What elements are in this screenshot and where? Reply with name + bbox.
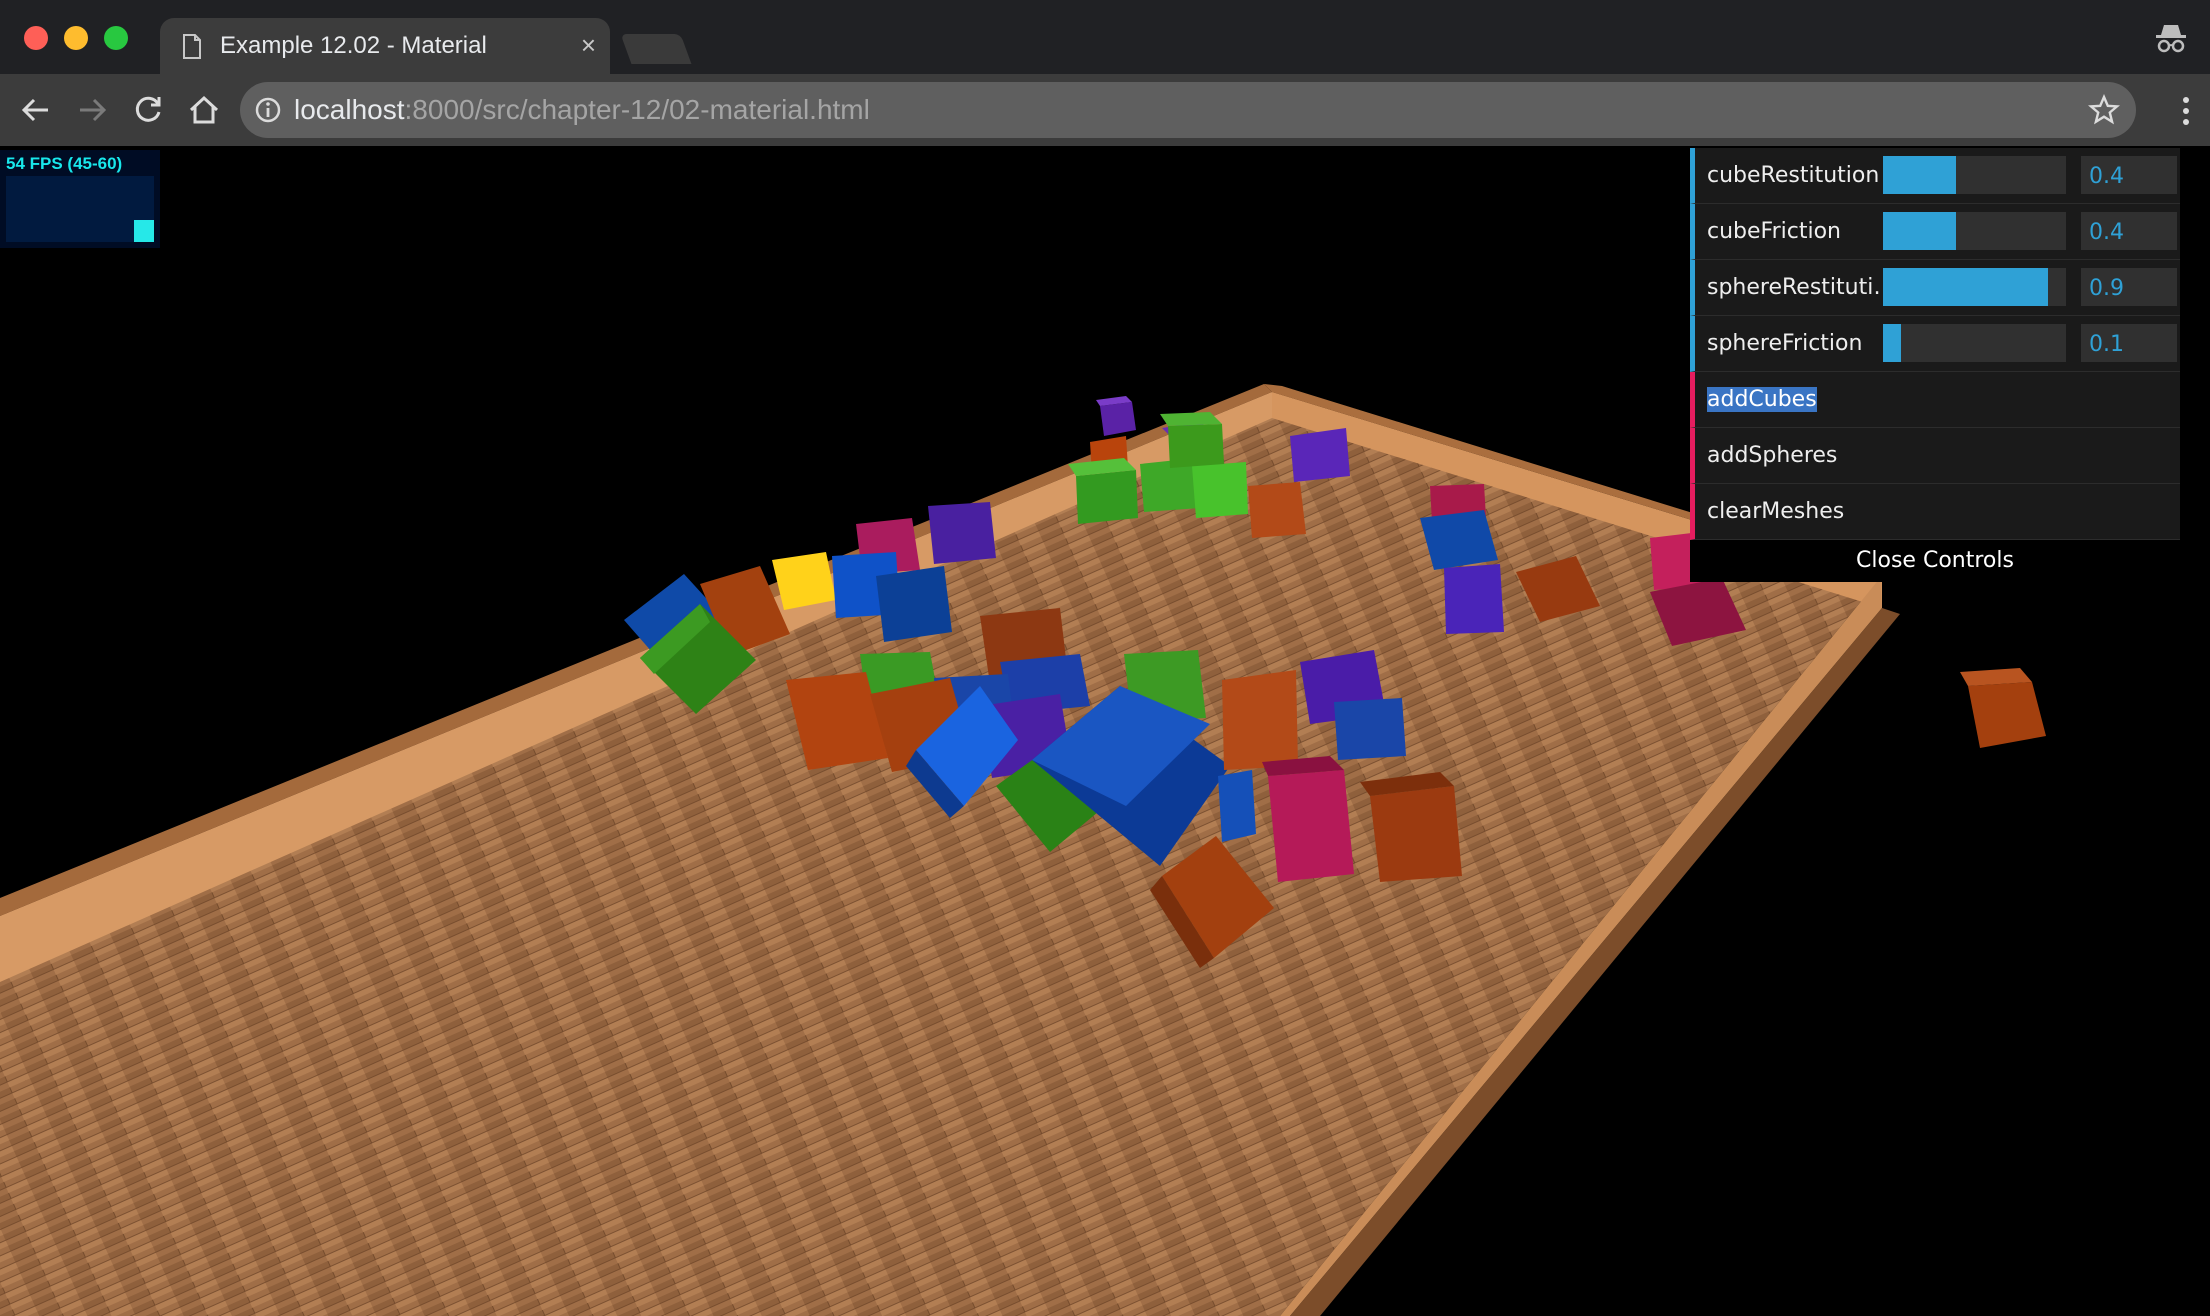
incognito-icon (2156, 25, 2186, 53)
add-spheres-button[interactable]: addSpheres (1690, 428, 2180, 484)
sphere-restitution-input[interactable]: 0.9 (2081, 268, 2177, 306)
slider-fill (1883, 212, 1957, 250)
control-label: sphereRestituti… (1707, 275, 1896, 300)
cube (1222, 670, 1298, 770)
cube (1096, 396, 1136, 436)
cube (928, 502, 996, 564)
control-label: sphereFriction (1707, 331, 1863, 356)
control-value: 0.4 (2089, 164, 2124, 189)
sphere-friction-control: sphereFriction 0.1 (1690, 316, 2180, 372)
document-icon (183, 34, 201, 59)
control-value: 0.4 (2089, 220, 2124, 245)
url-host: localhost (294, 94, 405, 125)
cube (1420, 510, 1498, 570)
cube-friction-slider[interactable] (1883, 212, 2066, 250)
cube-restitution-input[interactable]: 0.4 (2081, 156, 2177, 194)
cube-friction-input[interactable]: 0.4 (2081, 212, 2177, 250)
tab-title: Example 12.02 - Material (220, 32, 487, 59)
site-info-icon[interactable] (254, 96, 282, 124)
control-value: 0.9 (2089, 276, 2124, 301)
url-path: :8000/src/chapter-12/02-material.html (404, 94, 870, 125)
cube (1248, 482, 1306, 538)
fps-graph (6, 176, 154, 242)
home-icon[interactable] (186, 92, 222, 128)
cube (1218, 770, 1256, 842)
cube-friction-control: cubeFriction 0.4 (1690, 204, 2180, 260)
slider-fill (1883, 156, 1957, 194)
close-window-button[interactable] (24, 26, 48, 50)
more-menu-icon[interactable] (2180, 96, 2192, 126)
forward-arrow-icon[interactable] (74, 92, 110, 128)
fps-graph-bar (134, 220, 154, 242)
cube (1290, 428, 1350, 482)
fps-text: 54 FPS (45-60) (6, 154, 123, 173)
back-arrow-icon[interactable] (18, 92, 54, 128)
new-tab-button[interactable] (620, 34, 692, 64)
fps-stats-panel[interactable]: 54 FPS (45-60) (0, 150, 160, 248)
sphere-restitution-control: sphereRestituti… 0.9 (1690, 260, 2180, 316)
slider-fill (1883, 268, 2048, 306)
control-value: 0.1 (2089, 332, 2124, 357)
minimize-window-button[interactable] (64, 26, 88, 50)
button-label: clearMeshes (1707, 499, 1845, 524)
cube (1192, 462, 1248, 518)
sphere-restitution-slider[interactable] (1883, 268, 2066, 306)
reload-icon[interactable] (130, 92, 166, 128)
close-controls-button[interactable]: Close Controls (1690, 540, 2180, 582)
address-bar[interactable]: localhost:8000/src/chapter-12/02-materia… (240, 82, 2136, 138)
clear-meshes-button[interactable]: clearMeshes (1690, 484, 2180, 540)
zoom-window-button[interactable] (104, 26, 128, 50)
slider-fill (1883, 324, 1902, 362)
cube (1960, 668, 2046, 748)
cube-restitution-control: cubeRestitution 0.4 (1690, 148, 2180, 204)
cube (1334, 698, 1406, 760)
cube (1444, 564, 1504, 634)
title-bar: Example 12.02 - Material × (0, 0, 2210, 74)
control-label: cubeFriction (1707, 219, 1841, 244)
button-label: addCubes (1707, 387, 1817, 412)
add-cubes-button[interactable]: addCubes (1690, 372, 2180, 428)
control-label: cubeRestitution (1707, 163, 1880, 188)
tab-close-icon[interactable]: × (581, 30, 596, 61)
cube (876, 566, 952, 642)
cube-restitution-slider[interactable] (1883, 156, 2066, 194)
url-text[interactable]: localhost:8000/src/chapter-12/02-materia… (294, 94, 870, 126)
sphere-friction-slider[interactable] (1883, 324, 2066, 362)
cube (1068, 458, 1138, 524)
browser-tab[interactable]: Example 12.02 - Material × (160, 18, 610, 74)
button-label: addSpheres (1707, 443, 1838, 468)
bookmark-star-icon[interactable] (2088, 94, 2120, 126)
controls-panel: cubeRestitution 0.4 cubeFriction 0.4 sph… (1690, 148, 2180, 582)
sphere-friction-input[interactable]: 0.1 (2081, 324, 2177, 362)
